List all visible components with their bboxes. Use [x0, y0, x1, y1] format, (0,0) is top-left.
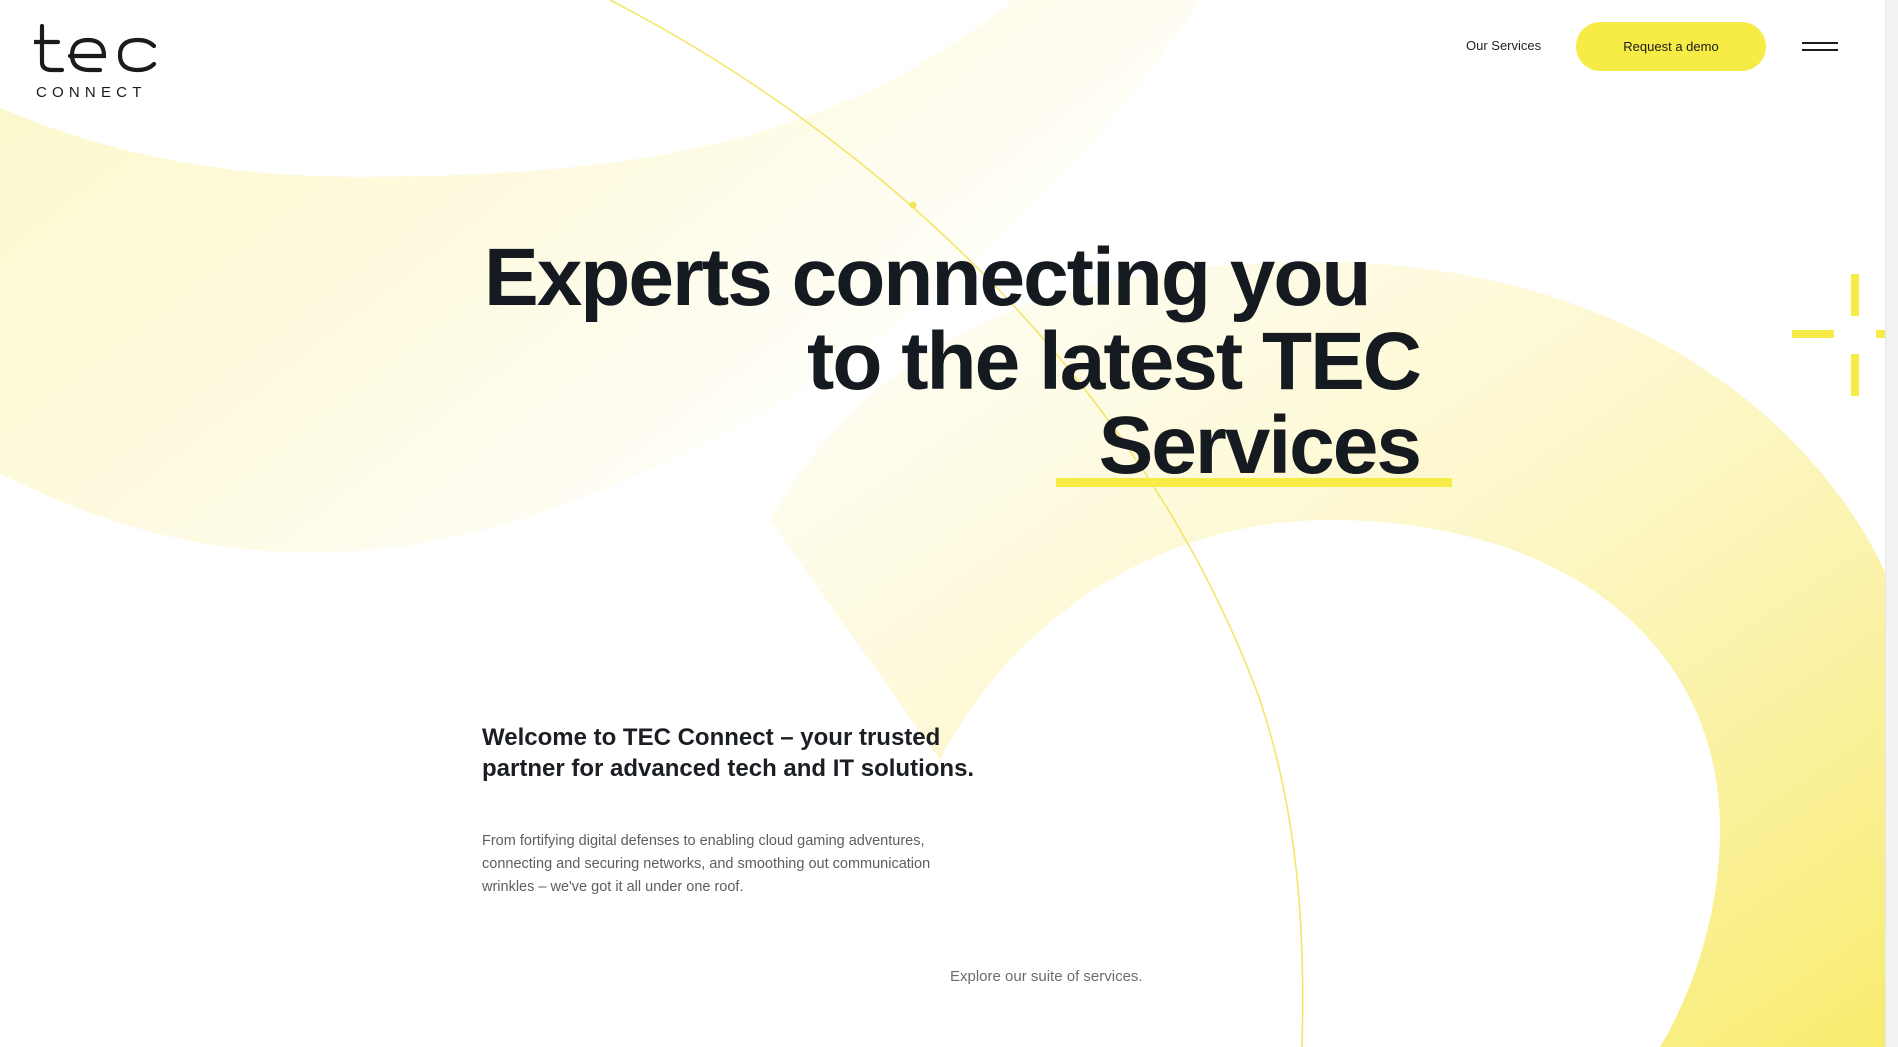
hero-line-1: Experts connecting you — [484, 232, 1372, 323]
hero-line-3: Services — [1098, 400, 1422, 491]
hero-line-2: to the latest TEC — [807, 316, 1422, 407]
hamburger-icon — [1802, 42, 1838, 44]
intro-body: From fortifying digital defenses to enab… — [482, 833, 931, 895]
logo[interactable]: CONNECT — [34, 22, 164, 102]
logo-subtitle: CONNECT — [36, 84, 147, 101]
nav-link-our-services[interactable]: Our Services — [1466, 38, 1541, 53]
hero-headline: Experts connecting you to the latest TEC… — [470, 232, 1422, 491]
intro-heading: Welcome to TEC Connect – your trusted pa… — [482, 724, 975, 782]
logo-mark — [34, 23, 157, 73]
explore-services-link[interactable]: Explore our suite of services. — [950, 968, 1143, 985]
scrollbar[interactable] — [1885, 0, 1898, 1047]
menu-button[interactable] — [1798, 34, 1842, 56]
crosshair-icon — [1792, 274, 1898, 396]
request-demo-button[interactable]: Request a demo — [1576, 22, 1766, 71]
hamburger-icon-line — [1802, 49, 1838, 51]
